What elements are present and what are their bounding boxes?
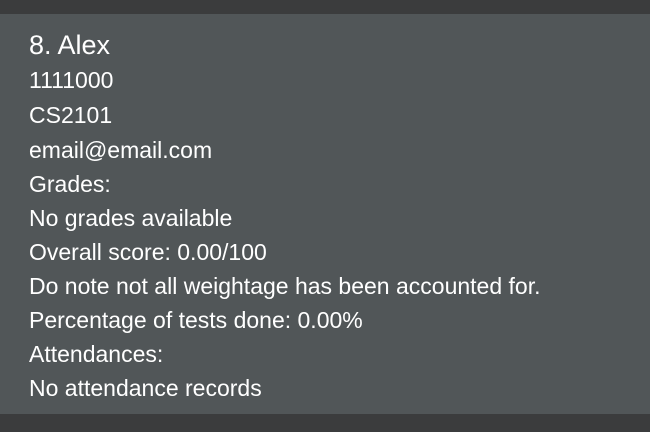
overall-score: Overall score: 0.00/100 bbox=[29, 239, 267, 265]
weightage-note: Do note not all weightage has been accou… bbox=[29, 273, 541, 299]
person-name: 8. Alex bbox=[29, 30, 111, 60]
email-address: email@email.com bbox=[29, 137, 213, 163]
tests-done-percentage: Percentage of tests done: 0.00% bbox=[29, 307, 363, 333]
matric-number: 1111000 bbox=[29, 67, 114, 93]
person-card[interactable]: 8. Alex 1111000 CS2101 email@email.com G… bbox=[0, 14, 650, 414]
attendances-value: No attendance records bbox=[29, 375, 262, 401]
attendances-label: Attendances: bbox=[29, 341, 164, 367]
grades-value: No grades available bbox=[29, 205, 233, 231]
module-code: CS2101 bbox=[29, 102, 113, 128]
grades-label: Grades: bbox=[29, 171, 111, 197]
